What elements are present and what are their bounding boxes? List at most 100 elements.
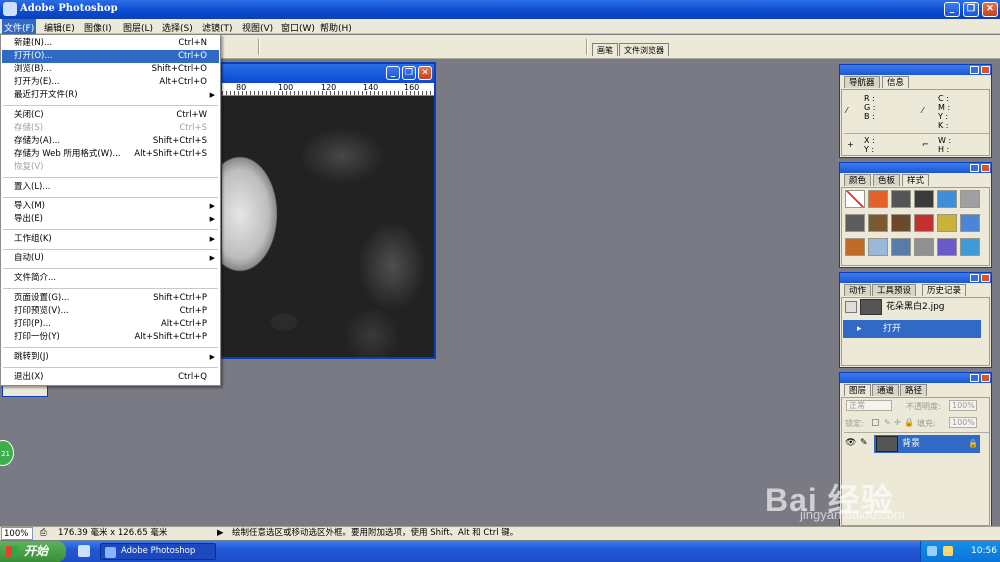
- maximize-button[interactable]: ❐: [963, 2, 979, 17]
- panel-minimize-button[interactable]: [970, 164, 979, 172]
- document-canvas[interactable]: [222, 96, 434, 357]
- tab-navigator[interactable]: 导航器: [844, 76, 880, 88]
- style-swatch[interactable]: [937, 214, 957, 232]
- menu-item-export[interactable]: 导出(E) ▶: [2, 213, 219, 226]
- menu-image[interactable]: 图像(I): [84, 21, 112, 34]
- taskbar-item-photoshop[interactable]: Adobe Photoshop: [100, 543, 216, 560]
- doc-close-button[interactable]: ✕: [418, 66, 432, 80]
- tab-styles[interactable]: 样式: [902, 174, 930, 186]
- style-swatch[interactable]: [960, 238, 980, 256]
- menu-item-recent[interactable]: 最近打开文件(R) ▶: [2, 89, 219, 102]
- tab-color[interactable]: 颜色: [844, 174, 872, 186]
- floating-marker[interactable]: 21: [0, 440, 14, 466]
- tab-tool-presets[interactable]: 工具预设: [872, 284, 917, 296]
- menu-item-open[interactable]: 打开(O)... Ctrl+O: [2, 50, 219, 63]
- menu-item-save-as[interactable]: 存储为(A)... Shift+Ctrl+S: [2, 135, 219, 148]
- panel-minimize-button[interactable]: [970, 274, 979, 282]
- fill-input[interactable]: 100%: [949, 417, 977, 428]
- panel-close-button[interactable]: [981, 374, 990, 382]
- panel-minimize-button[interactable]: [970, 66, 979, 74]
- menu-item-place[interactable]: 置入(L)...: [2, 181, 219, 194]
- doc-maximize-button[interactable]: ❐: [402, 66, 416, 80]
- tray-icon[interactable]: [927, 546, 937, 556]
- style-swatch[interactable]: [891, 214, 911, 232]
- panel-title-bar[interactable]: [840, 163, 991, 173]
- style-swatch[interactable]: [845, 238, 865, 256]
- blend-mode-select[interactable]: 正常: [846, 400, 892, 411]
- menu-filter[interactable]: 滤镜(T): [202, 21, 233, 34]
- eye-icon[interactable]: 👁: [845, 438, 856, 448]
- panel-minimize-button[interactable]: [970, 374, 979, 382]
- status-arrow-icon[interactable]: ▶: [217, 527, 224, 540]
- menu-item-save-for-web[interactable]: 存储为 Web 所用格式(W)... Alt+Shift+Ctrl+S: [2, 148, 219, 161]
- style-swatch[interactable]: [914, 190, 934, 208]
- menu-file[interactable]: 文件(F): [2, 19, 37, 34]
- brush-icon[interactable]: ✎: [860, 438, 868, 448]
- style-swatch[interactable]: [891, 238, 911, 256]
- tab-channels[interactable]: 通道: [872, 384, 900, 396]
- lock-pixels-icon[interactable]: ✎: [884, 418, 891, 427]
- style-swatch[interactable]: [868, 190, 888, 208]
- menu-layer[interactable]: 图层(L): [123, 21, 153, 34]
- tab-info[interactable]: 信息: [882, 76, 910, 88]
- tab-brushes[interactable]: 画笔: [592, 43, 618, 56]
- menu-item-save[interactable]: 存储(S) Ctrl+S: [2, 122, 219, 135]
- tab-swatches[interactable]: 色板: [873, 174, 901, 186]
- menu-item-file-info[interactable]: 文件简介...: [2, 272, 219, 285]
- tab-file-browser[interactable]: 文件浏览器: [619, 43, 669, 56]
- tab-paths[interactable]: 路径: [900, 384, 928, 396]
- tab-actions[interactable]: 动作: [844, 284, 872, 296]
- menu-help[interactable]: 帮助(H): [320, 21, 352, 34]
- menu-item-workgroup[interactable]: 工作组(K) ▶: [2, 233, 219, 246]
- opacity-input[interactable]: 100%: [949, 400, 977, 411]
- menu-window[interactable]: 窗口(W): [281, 21, 315, 34]
- menu-item-revert[interactable]: 恢复(V): [2, 161, 219, 174]
- menu-item-print-preview[interactable]: 打印预览(V)... Ctrl+P: [2, 305, 219, 318]
- menu-item-jump-to[interactable]: 跳转到(J) ▶: [2, 351, 219, 364]
- panel-close-button[interactable]: [981, 164, 990, 172]
- tray-icon[interactable]: [943, 546, 953, 556]
- panel-title-bar[interactable]: [840, 273, 991, 283]
- doc-info-icon[interactable]: ⎙: [40, 527, 47, 540]
- style-swatch[interactable]: [868, 238, 888, 256]
- menu-item-open-as[interactable]: 打开为(E)... Alt+Ctrl+O: [2, 76, 219, 89]
- lock-position-icon[interactable]: ✛: [894, 418, 901, 427]
- menu-item-print-one-copy[interactable]: 打印一份(Y) Alt+Shift+Ctrl+P: [2, 331, 219, 344]
- minimized-document[interactable]: [2, 385, 48, 397]
- lock-all-icon[interactable]: 🔒: [904, 418, 914, 427]
- tab-history[interactable]: 历史记录: [922, 284, 967, 296]
- start-button[interactable]: 开始: [0, 541, 66, 562]
- menu-item-import[interactable]: 导入(M) ▶: [2, 200, 219, 213]
- lock-transparency-checkbox[interactable]: [872, 419, 879, 426]
- style-swatch[interactable]: [960, 190, 980, 208]
- history-step-open[interactable]: ▸ 打开: [843, 320, 981, 338]
- menu-item-close[interactable]: 关闭(C) Ctrl+W: [2, 109, 219, 122]
- style-swatch[interactable]: [914, 214, 934, 232]
- zoom-input[interactable]: 100%: [1, 527, 33, 540]
- panel-close-button[interactable]: [981, 66, 990, 74]
- minimize-button[interactable]: _: [944, 2, 960, 17]
- menu-item-new[interactable]: 新建(N)... Ctrl+N: [2, 37, 219, 50]
- style-swatch[interactable]: [891, 190, 911, 208]
- style-swatch[interactable]: [845, 190, 865, 208]
- panel-title-bar[interactable]: [840, 65, 991, 75]
- menu-item-browse[interactable]: 浏览(B)... Shift+Ctrl+O: [2, 63, 219, 76]
- menu-item-print[interactable]: 打印(P)... Alt+Ctrl+P: [2, 318, 219, 331]
- history-snapshot[interactable]: 花朵黑白2.jpg: [886, 299, 945, 315]
- menu-select[interactable]: 选择(S): [162, 21, 193, 34]
- panel-title-bar[interactable]: [840, 373, 991, 383]
- tab-layers[interactable]: 图层: [844, 384, 872, 396]
- menu-item-exit[interactable]: 退出(X) Ctrl+Q: [2, 371, 219, 384]
- panel-close-button[interactable]: [981, 274, 990, 282]
- style-swatch[interactable]: [868, 214, 888, 232]
- quick-launch-icon[interactable]: [78, 545, 90, 557]
- document-title-bar[interactable]: _ ❐ ✕: [222, 64, 434, 83]
- style-swatch[interactable]: [960, 214, 980, 232]
- menu-edit[interactable]: 编辑(E): [44, 21, 75, 34]
- style-swatch[interactable]: [937, 238, 957, 256]
- close-button[interactable]: ✕: [982, 2, 998, 17]
- layer-row-background[interactable]: 背景 🔒: [874, 435, 980, 453]
- style-swatch[interactable]: [845, 214, 865, 232]
- style-swatch[interactable]: [937, 190, 957, 208]
- menu-item-automate[interactable]: 自动(U) ▶: [2, 252, 219, 265]
